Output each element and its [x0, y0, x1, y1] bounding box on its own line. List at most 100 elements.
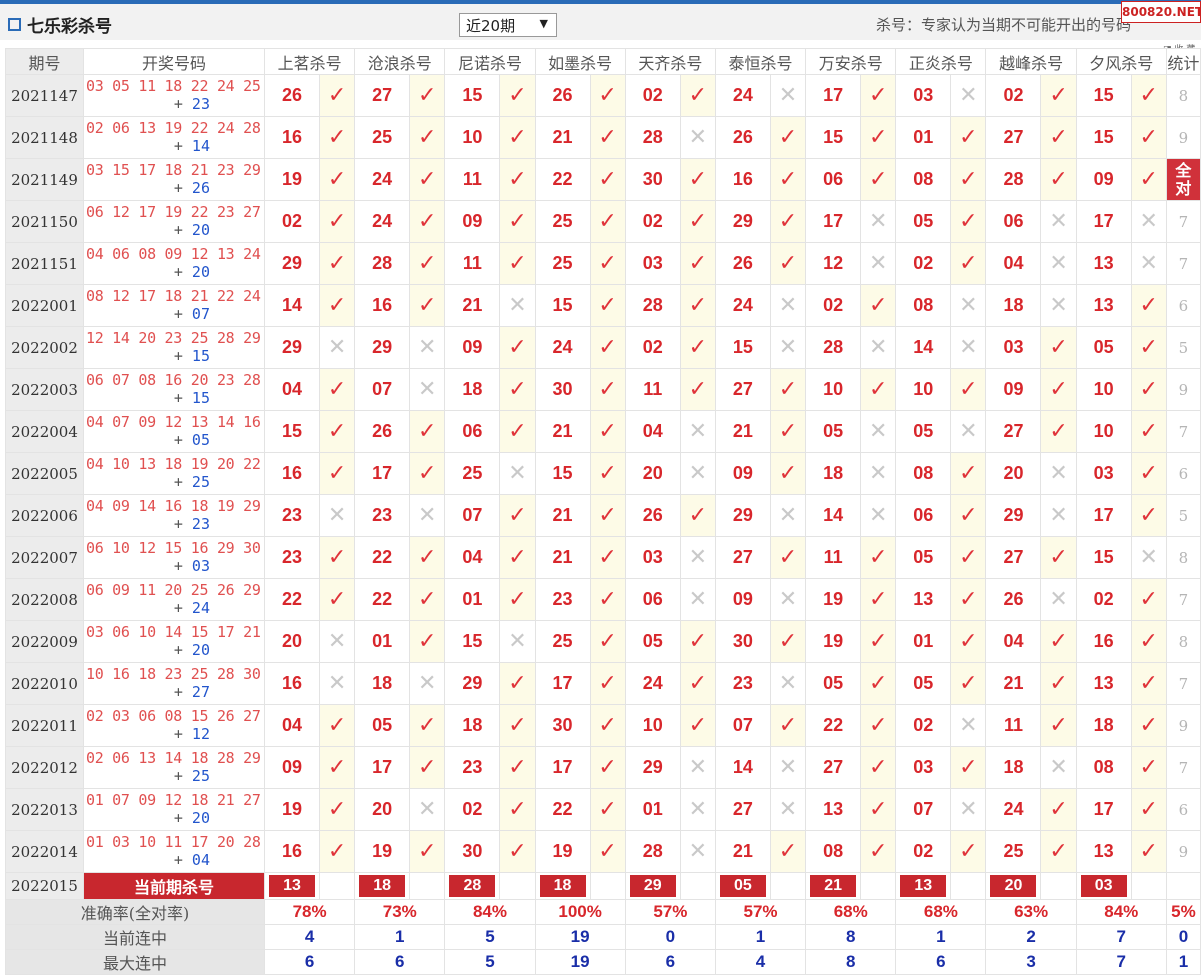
- table-row: 2022004 04 07 09 12 13 14 16 + 05 15 ✓ 26 ✓ 06 ✓…: [5, 410, 1201, 453]
- max-streak-row-label: 最大连中: [5, 949, 265, 975]
- cross-icon: ✕: [679, 452, 716, 495]
- draw-numbers-cell: 10 16 18 23 25 28 30 + 27: [82, 662, 265, 705]
- current-stat-blank: [1165, 872, 1201, 900]
- bonus-number: 23: [191, 515, 210, 533]
- max-streak-row-value: 3: [985, 949, 1077, 975]
- kill-number: 28: [624, 830, 681, 873]
- kill-number: 06: [624, 578, 681, 621]
- current-blank-cell: [1130, 872, 1167, 900]
- check-icon: ✓: [589, 788, 626, 831]
- bonus-number: 24: [191, 599, 210, 617]
- kill-number: 29: [714, 494, 771, 537]
- kill-number: 05: [354, 704, 411, 747]
- check-icon: ✓: [950, 578, 987, 621]
- period-cell: 2022008: [5, 578, 84, 621]
- draw-main-numbers: 03 15 17 18 21 23 29: [85, 161, 261, 179]
- kill-number: 04: [624, 410, 681, 453]
- check-icon: ✓: [409, 578, 446, 621]
- kill-number: 19: [263, 158, 320, 201]
- kill-number: 21: [534, 494, 591, 537]
- kill-number: 03: [624, 242, 681, 285]
- kill-number: 02: [985, 74, 1042, 117]
- draw-bonus: + 26: [86, 179, 264, 197]
- kill-number: 05: [895, 200, 952, 243]
- kill-number: 07: [714, 704, 771, 747]
- plus-sign: +: [173, 683, 192, 701]
- stat-cell: 全对: [1165, 158, 1201, 201]
- check-icon: ✓: [769, 620, 807, 663]
- check-icon: ✓: [860, 704, 897, 747]
- check-icon: ✓: [589, 284, 626, 327]
- cross-icon: ✕: [1040, 494, 1077, 537]
- kill-number: 13: [1075, 830, 1132, 873]
- cross-icon: ✕: [499, 620, 536, 663]
- kill-number: 21: [534, 536, 591, 579]
- kill-number: 16: [714, 158, 771, 201]
- draw-main-numbers: 01 07 09 12 18 21 27: [85, 791, 261, 809]
- kill-number: 17: [534, 746, 591, 789]
- check-icon: ✓: [679, 620, 716, 663]
- accuracy-row-value: 68%: [805, 899, 897, 925]
- stat-cell: 7: [1165, 242, 1201, 285]
- kill-number: 16: [263, 116, 320, 159]
- check-icon: ✓: [679, 704, 716, 747]
- kill-number: 23: [263, 536, 320, 579]
- kill-number: 03: [895, 74, 952, 117]
- kill-number: 13: [805, 788, 862, 831]
- kill-number: 05: [895, 536, 952, 579]
- stat-cell: 8: [1165, 620, 1201, 663]
- check-icon: ✓: [679, 200, 716, 243]
- stat-cell: 7: [1165, 410, 1201, 453]
- bonus-number: 05: [191, 431, 210, 449]
- kill-number: 11: [444, 242, 501, 285]
- draw-main-numbers: 04 10 13 18 19 20 22: [85, 455, 261, 473]
- kill-number: 02: [805, 284, 862, 327]
- cross-icon: ✕: [1040, 242, 1077, 285]
- accuracy-row-value: 57%: [624, 899, 716, 925]
- period-select[interactable]: 近20期 ▼: [459, 13, 557, 37]
- draw-main-numbers: 03 05 11 18 22 24 25: [85, 77, 261, 95]
- kill-number: 11: [444, 158, 501, 201]
- check-icon: ✓: [860, 662, 897, 705]
- accuracy-row: 准确率(全对率) 78% 73% 84% 100% 57% 57% 68% 68% 63% 84% 5…: [5, 899, 1201, 925]
- kill-number: 27: [985, 116, 1042, 159]
- kill-number: 04: [985, 620, 1042, 663]
- bonus-number: 15: [191, 389, 210, 407]
- kill-number: 15: [534, 284, 591, 327]
- cross-icon: ✕: [860, 494, 897, 537]
- kill-number: 02: [624, 200, 681, 243]
- current-streak-row-total: 0: [1165, 924, 1201, 950]
- accuracy-row-value: 73%: [354, 899, 446, 925]
- plus-sign: +: [173, 599, 192, 617]
- accuracy-row-label: 准确率(全对率): [5, 899, 265, 925]
- kill-number: 17: [1075, 494, 1132, 537]
- check-icon: ✓: [950, 746, 987, 789]
- kill-number: 29: [624, 746, 681, 789]
- cross-icon: ✕: [769, 746, 807, 789]
- check-icon: ✓: [589, 410, 626, 453]
- col-expert: 正炎杀号: [895, 48, 987, 75]
- stat-cell: 8: [1165, 74, 1201, 117]
- plus-sign: +: [173, 263, 192, 281]
- kill-number: 19: [534, 830, 591, 873]
- cross-icon: ✕: [860, 452, 897, 495]
- bonus-number: 26: [191, 179, 210, 197]
- check-icon: ✓: [409, 158, 446, 201]
- cross-icon: ✕: [318, 326, 356, 369]
- draw-numbers-cell: 03 15 17 18 21 23 29 + 26: [82, 158, 265, 201]
- stat-cell: 9: [1165, 830, 1201, 873]
- stat-cell: 9: [1165, 116, 1201, 159]
- bonus-number: 25: [191, 473, 210, 491]
- kill-number: 10: [1075, 368, 1132, 411]
- kill-number: 13: [1075, 662, 1132, 705]
- check-icon: ✓: [589, 536, 626, 579]
- accuracy-row-value: 84%: [444, 899, 536, 925]
- kill-number: 14: [714, 746, 771, 789]
- kill-number: 10: [895, 368, 952, 411]
- check-icon: ✓: [769, 116, 807, 159]
- check-icon: ✓: [409, 116, 446, 159]
- period-cell: 2022003: [5, 368, 84, 411]
- kill-number: 10: [624, 704, 681, 747]
- kill-number: 02: [444, 788, 501, 831]
- current-kill-cell: 18: [534, 872, 591, 900]
